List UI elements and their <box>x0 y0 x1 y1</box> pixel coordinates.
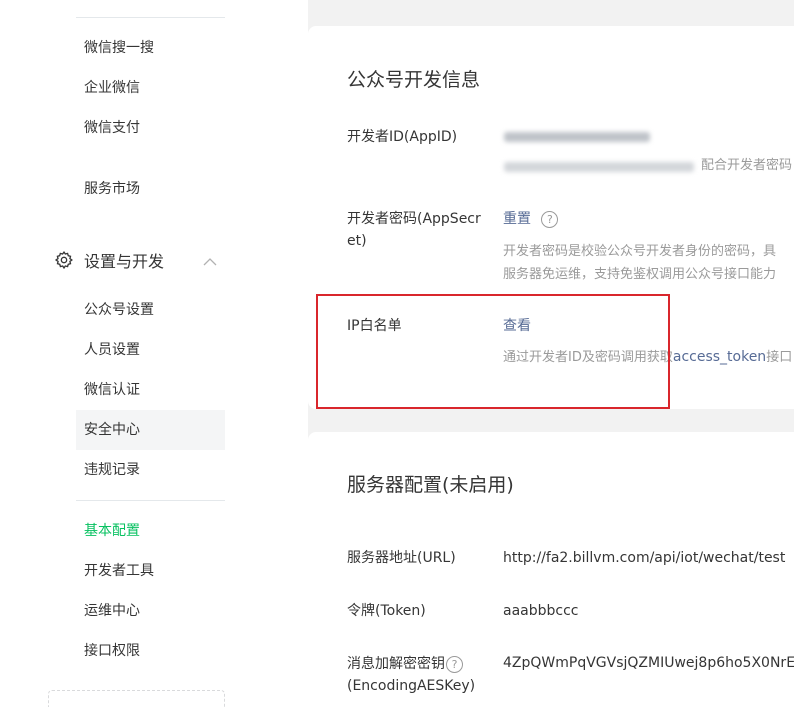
reset-secret-link[interactable]: 重置 <box>503 211 531 227</box>
sidebar-item-enterprise-wechat[interactable]: 企业微信 <box>76 68 225 108</box>
sidebar: 微信搜一搜 企业微信 微信支付 服务市场 设置与开发 公众号设置 人员设置 微信… <box>0 0 308 707</box>
sidebar-item-security-center[interactable]: 安全中心 <box>76 410 225 450</box>
sidebar-item-wechat-pay[interactable]: 微信支付 <box>76 108 225 148</box>
server-url-label: 服务器地址(URL) <box>347 550 456 566</box>
server-config-title: 服务器配置(未启用) <box>347 474 514 496</box>
help-icon[interactable]: ? <box>541 210 559 228</box>
token-value: aaabbbccc <box>503 603 579 619</box>
appid-note: 配合开发者密码 <box>701 158 793 173</box>
sidebar-item-member-settings[interactable]: 人员设置 <box>76 330 225 370</box>
help-icon[interactable]: ? <box>446 655 463 673</box>
sidebar-item-wechat-verify[interactable]: 微信认证 <box>76 370 225 410</box>
token-label: 令牌(Token) <box>347 603 426 619</box>
ip-whitelist-label: IP白名单 <box>347 318 402 334</box>
sidebar-item-basic-config[interactable]: 基本配置 <box>76 511 225 551</box>
ip-desc-prefix: 通过开发者ID及密码调用获取 <box>503 350 673 365</box>
sidebar-divider <box>76 500 225 501</box>
aeskey-label-line1: 消息加解密密钥 <box>347 656 445 672</box>
sidebar-divider <box>76 17 225 18</box>
appsecret-desc-line1: 开发者密码是校验公众号开发者身份的密码，具 <box>503 244 777 259</box>
dev-info-card: 公众号开发信息 开发者ID(AppID) 配合开发者密码 开发者密码(AppSe… <box>308 26 794 409</box>
gear-icon <box>52 248 76 272</box>
aeskey-value: 4ZpQWmPqVGVsjQZMIUwej8p6ho5X0NrEt <box>503 655 794 671</box>
server-config-card: 服务器配置(未启用) 服务器地址(URL) http://fa2.billvm.… <box>308 432 794 707</box>
sidebar-item-service-market[interactable]: 服务市场 <box>76 169 225 209</box>
appid-label: 开发者ID(AppID) <box>347 129 458 145</box>
appsecret-actions: 重置 ? <box>503 208 559 230</box>
sidebar-item-ops-center[interactable]: 运维中心 <box>76 591 225 631</box>
sidebar-dashed-box <box>48 690 225 707</box>
sidebar-section-title: 设置与开发 <box>84 252 165 271</box>
ip-whitelist-desc: 通过开发者ID及密码调用获取access_token接口 <box>503 346 792 369</box>
chevron-up-icon[interactable] <box>203 252 217 271</box>
sidebar-item-account-settings[interactable]: 公众号设置 <box>76 290 225 330</box>
sidebar-item-api-permissions[interactable]: 接口权限 <box>76 631 225 671</box>
sidebar-item-violation-records[interactable]: 违规记录 <box>76 450 225 490</box>
ip-whitelist-view-link[interactable]: 查看 <box>503 315 531 337</box>
appsecret-label: 开发者密码(AppSecret) <box>347 211 481 249</box>
sidebar-section-settings-dev[interactable]: 设置与开发 <box>52 240 225 280</box>
appsecret-desc-line2: 服务器免运维，支持免鉴权调用公众号接口能力 <box>503 267 777 282</box>
access-token-link[interactable]: access_token <box>673 349 766 365</box>
aeskey-label: 消息加解密密钥? (EncodingAESKey) <box>347 653 497 697</box>
ip-desc-suffix: 接口 <box>766 350 793 365</box>
aeskey-label-line2: (EncodingAESKey) <box>347 678 476 694</box>
view-link-text[interactable]: 查看 <box>503 318 531 334</box>
dev-info-title: 公众号开发信息 <box>347 69 481 91</box>
sidebar-item-wechat-search[interactable]: 微信搜一搜 <box>76 28 225 68</box>
sidebar-item-developer-tools[interactable]: 开发者工具 <box>76 551 225 591</box>
server-url-value: http://fa2.billvm.com/api/iot/wechat/tes… <box>503 550 786 566</box>
